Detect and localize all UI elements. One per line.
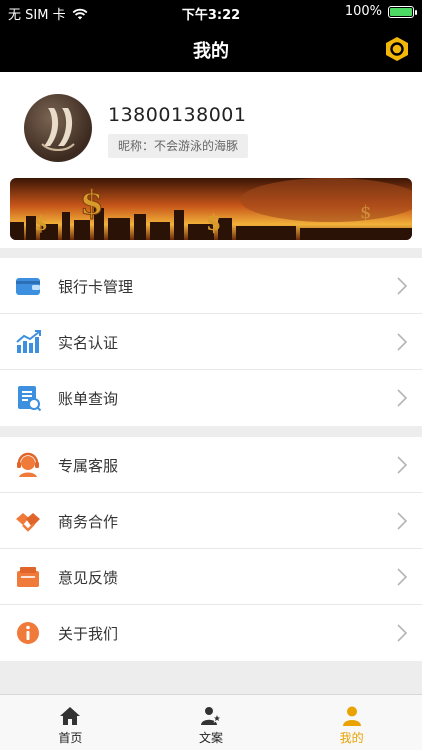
navigation-bar: 我的 xyxy=(0,24,422,72)
info-icon xyxy=(17,622,39,644)
tab-label: 文案 xyxy=(199,731,224,745)
tab-home[interactable]: 首页 xyxy=(0,695,141,750)
chevron-right-icon xyxy=(397,333,408,351)
menu-item-feedback[interactable]: 意见反馈 xyxy=(0,549,422,605)
tab-mine[interactable]: 我的 xyxy=(281,695,422,750)
home-icon xyxy=(60,707,81,725)
menu-item-bank-card[interactable]: 银行卡管理 xyxy=(0,258,422,314)
menu-label: 专属客服 xyxy=(58,457,119,475)
status-bar: 无 SIM 卡 下午3:22 100% xyxy=(0,0,422,24)
menu-item-real-name[interactable]: 实名认证 xyxy=(0,314,422,370)
chevron-right-icon xyxy=(397,277,408,295)
chart-icon xyxy=(16,330,41,353)
tab-bar: 首页 文案 我的 xyxy=(0,694,422,750)
handshake-icon xyxy=(16,513,40,532)
profile-section: 13800138001 昵称：不会游泳的海豚 $ $ $ $ xyxy=(0,72,422,248)
menu-label: 意见反馈 xyxy=(58,569,119,587)
page-title: 我的 xyxy=(193,41,229,62)
menu-group-service: 专属客服 商务合作 意见反馈 关于我们 xyxy=(0,437,422,661)
status-right: 100% xyxy=(344,4,417,19)
menu-group-account: 银行卡管理 实名认证 账单查询 xyxy=(0,258,422,426)
svg-text:$: $ xyxy=(360,202,371,223)
user-nickname: 昵称：不会游泳的海豚 xyxy=(108,134,249,158)
tab-label: 首页 xyxy=(58,731,83,745)
person-icon xyxy=(342,706,361,726)
chevron-right-icon xyxy=(397,512,408,530)
chevron-right-icon xyxy=(397,389,408,407)
menu-label: 商务合作 xyxy=(58,513,119,531)
settings-hexagon-icon[interactable] xyxy=(384,36,410,62)
wallet-icon xyxy=(16,278,40,295)
chevron-right-icon xyxy=(397,456,408,474)
svg-text:$: $ xyxy=(80,183,104,223)
money-banner-graphic: $ $ $ $ xyxy=(10,178,412,240)
customer-service-icon xyxy=(17,452,39,477)
banner-image[interactable]: $ $ $ $ xyxy=(10,178,412,240)
bill-search-icon xyxy=(18,386,42,412)
battery-icon xyxy=(388,5,417,18)
menu-item-about[interactable]: 关于我们 xyxy=(0,605,422,661)
chevron-right-icon xyxy=(397,568,408,586)
tab-copywriting[interactable]: 文案 xyxy=(141,695,282,750)
avatar-logo-icon xyxy=(41,108,75,151)
chevron-right-icon xyxy=(397,624,408,642)
menu-label: 实名认证 xyxy=(58,334,119,352)
svg-text:$: $ xyxy=(34,211,48,235)
menu-label: 银行卡管理 xyxy=(58,278,134,296)
menu-item-business[interactable]: 商务合作 xyxy=(0,493,422,549)
battery-percent: 100% xyxy=(344,4,382,19)
user-phone: 13800138001 xyxy=(108,104,247,126)
menu-item-bill-query[interactable]: 账单查询 xyxy=(0,370,422,426)
avatar[interactable] xyxy=(24,94,92,162)
user-star-icon xyxy=(201,707,222,725)
tab-label: 我的 xyxy=(339,731,364,745)
svg-text:$: $ xyxy=(206,210,221,236)
menu-item-customer-service[interactable]: 专属客服 xyxy=(0,437,422,493)
feedback-icon xyxy=(17,567,39,587)
menu-label: 关于我们 xyxy=(58,625,119,643)
menu-label: 账单查询 xyxy=(58,390,119,408)
